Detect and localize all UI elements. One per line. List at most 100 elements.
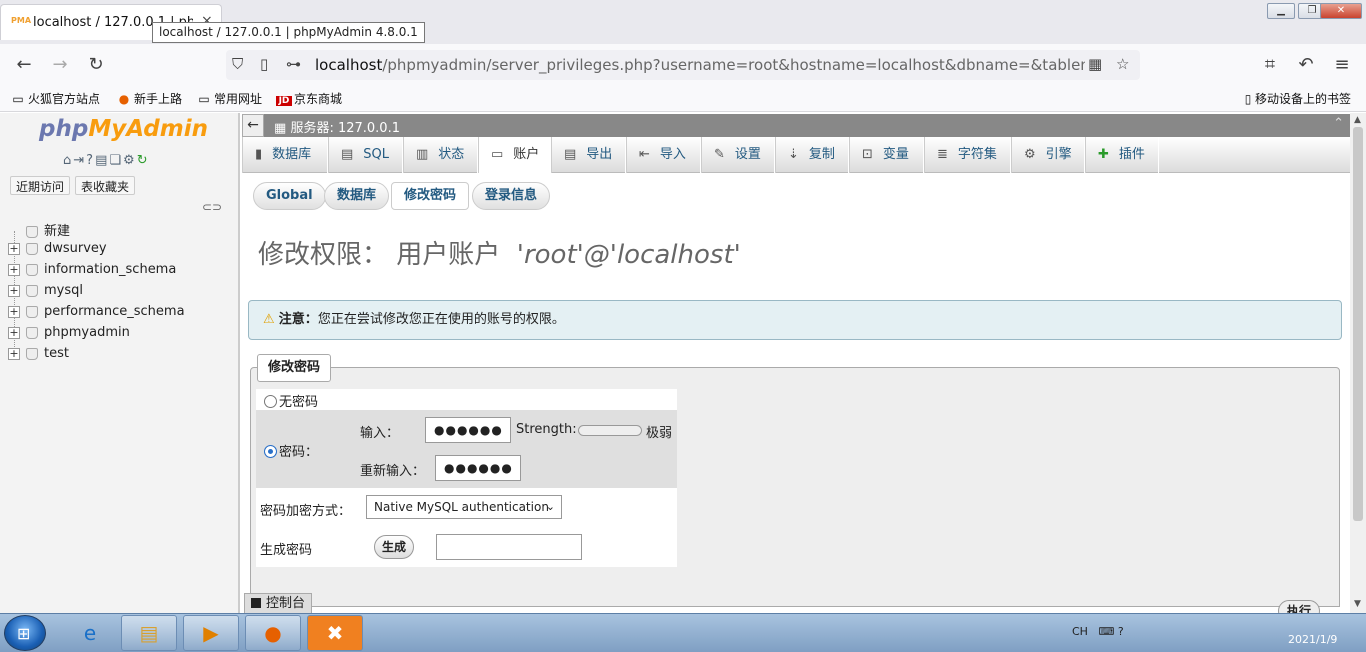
database-icon — [26, 326, 38, 339]
refresh-icon[interactable]: ↻ — [137, 153, 150, 168]
vertical-scrollbar[interactable]: ▲ ▼ — [1350, 113, 1366, 613]
scroll-up-icon[interactable]: ▲ — [1354, 115, 1361, 125]
sql-icon: ▤ — [341, 147, 354, 162]
generated-password-input[interactable] — [436, 534, 582, 560]
tab-sql[interactable]: ▤ SQL — [328, 137, 403, 173]
tab-replication[interactable]: ⇣ 复制 — [775, 137, 849, 173]
tree-item-database[interactable]: + dwsurvey — [8, 241, 107, 261]
tab-export[interactable]: ▤ 导出 — [551, 137, 626, 173]
tab-import[interactable]: ⇤ 导入 — [626, 137, 701, 173]
firefox-taskbar-icon[interactable]: ● — [245, 615, 301, 651]
charset-icon: ≣ — [937, 147, 948, 162]
help-circle-icon[interactable]: ? — [1118, 625, 1124, 638]
replication-icon: ⇣ — [788, 147, 799, 162]
generate-button[interactable]: 生成 — [374, 535, 415, 559]
docs-icon[interactable]: ▤ — [95, 153, 109, 168]
main-menu: ▮ 数据库 ▤ SQL ▥ 状态 ▭ 账户 ▤ 导出 ⇤ 导入 ✎ 设置 ⇣ 复制 ⊡ 变量 ≣ 字… — [242, 137, 1350, 173]
warning-icon: ⚠ — [263, 312, 275, 327]
database-icon — [26, 263, 38, 276]
tab-databases[interactable]: ▮ 数据库 — [242, 137, 328, 173]
password-input[interactable]: ●●●●●● — [425, 417, 511, 443]
expand-icon[interactable]: + — [8, 263, 20, 276]
tree-item-database[interactable]: + mysql — [8, 283, 83, 303]
bookmark-star-icon[interactable]: ☆ — [1116, 55, 1129, 73]
reload-icon[interactable]: ↻ — [83, 52, 109, 78]
scroll-thumb[interactable] — [1353, 127, 1363, 521]
tab-variables[interactable]: ⊡ 变量 — [849, 137, 924, 173]
folder-icon: ▭ — [198, 92, 210, 106]
shield-icon[interactable]: ⛉ — [232, 55, 243, 73]
subtab-database[interactable]: 数据库 — [324, 182, 390, 210]
bookmark-firefox-site[interactable]: ▭ 火狐官方站点 — [10, 90, 100, 107]
tree-item-database[interactable]: + information_schema — [8, 262, 176, 282]
qr-code-icon[interactable]: ▦ — [1088, 55, 1102, 73]
media-player-icon[interactable]: ▶ — [183, 615, 239, 651]
file-explorer-icon[interactable]: ▤ — [121, 615, 177, 651]
recent-button[interactable]: 近期访问 — [10, 176, 71, 195]
tab-charsets[interactable]: ≣ 字符集 — [924, 137, 1011, 173]
bookmark-mobile[interactable]: ▯ 移动设备上的书签 — [1243, 90, 1351, 107]
close-window-button[interactable]: ✕ — [1320, 3, 1362, 19]
forward-arrow-icon[interactable]: → — [47, 52, 73, 78]
clock[interactable]: 2021/1/9 — [1288, 633, 1337, 646]
keyboard-icon[interactable]: ⌨ — [1098, 625, 1114, 638]
collapse-up-icon[interactable]: ⌃ — [1333, 116, 1344, 131]
back-arrow-icon[interactable]: ← — [11, 52, 37, 78]
windows-taskbar: ⊞ e ▤ ▶ ● ✖ CH ⌨ ? 2021/1/9 — [0, 613, 1366, 652]
language-indicator[interactable]: CH — [1072, 625, 1088, 638]
link-icon[interactable]: ⊂⊃ — [202, 200, 222, 214]
tree-item-database[interactable]: + phpmyadmin — [8, 325, 130, 345]
password-option[interactable]: 密码： — [264, 441, 318, 460]
tab-accounts[interactable]: ▭ 账户 — [478, 137, 551, 173]
page-title: 修改权限： 用户账户 'root'@'localhost' — [258, 240, 741, 270]
menu-icon[interactable]: ≡ — [1329, 52, 1355, 78]
expand-icon[interactable]: + — [8, 326, 20, 339]
tree-item-database[interactable]: + test — [8, 346, 69, 366]
password-radio[interactable] — [264, 445, 277, 458]
tab-settings[interactable]: ✎ 设置 — [701, 137, 775, 173]
expand-icon[interactable]: + — [8, 284, 20, 297]
subtab-login-information[interactable]: 登录信息 — [472, 182, 551, 210]
collapse-panel-arrow-icon[interactable]: ← — [242, 114, 264, 137]
tree-item-new[interactable]: 新建 — [8, 220, 70, 240]
undo-icon[interactable]: ↶ — [1293, 52, 1319, 78]
url-bar[interactable]: ⛉ ▯ ⊶ localhost/phpmyadmin/server_privil… — [226, 50, 1140, 80]
subtab-global[interactable]: Global — [253, 182, 326, 210]
bookmark-getting-started[interactable]: ● 新手上路 — [116, 90, 182, 107]
scroll-down-icon[interactable]: ▼ — [1354, 599, 1361, 609]
settings-gear-icon[interactable]: ⚙ — [123, 153, 137, 168]
tab-tooltip: localhost / 127.0.0.1 | phpMyAdmin 4.8.0… — [152, 22, 425, 43]
subtab-change-password[interactable]: 修改密码 — [391, 182, 470, 210]
copy-icon[interactable]: ❏ — [109, 153, 123, 168]
key-icon[interactable]: ⊶ — [286, 55, 301, 73]
reenter-password-input[interactable]: ●●●●●● — [435, 455, 521, 481]
tree-item-database[interactable]: + performance_schema — [8, 304, 185, 324]
enter-label: 输入： — [360, 426, 400, 441]
expand-icon[interactable]: + — [8, 347, 20, 360]
console-toggle[interactable]: 控制台 — [244, 593, 313, 615]
exit-icon[interactable]: ⇥ — [73, 153, 86, 168]
phpmyadmin-favicon-icon: PMA — [11, 16, 32, 25]
xampp-icon[interactable]: ✖ — [307, 615, 363, 651]
url-text[interactable]: localhost/phpmyadmin/server_privileges.p… — [315, 56, 1085, 74]
tab-status[interactable]: ▥ 状态 — [403, 137, 478, 173]
help-icon[interactable]: ? — [86, 153, 95, 168]
tab-engines[interactable]: ⚙ 引擎 — [1011, 137, 1085, 173]
internet-explorer-icon[interactable]: e — [62, 615, 118, 651]
favorites-button[interactable]: 表收藏夹 — [75, 176, 136, 195]
bookmark-common-sites[interactable]: ▭ 常用网址 — [196, 90, 262, 107]
expand-icon[interactable]: + — [8, 242, 20, 255]
start-button[interactable]: ⊞ — [4, 615, 46, 651]
bookmark-jd[interactable]: JD 京东商城 — [276, 90, 342, 107]
no-password-radio[interactable] — [264, 395, 277, 408]
home-icon[interactable]: ⌂ — [63, 153, 73, 168]
page-icon[interactable]: ▯ — [260, 55, 268, 73]
phpmyadmin-logo[interactable]: phpMyAdmin — [39, 116, 208, 142]
server-breadcrumb[interactable]: ▦ 服务器: 127.0.0.1 — [274, 117, 400, 136]
expand-icon[interactable]: + — [8, 305, 20, 318]
crop-icon[interactable]: ⌗ — [1257, 52, 1283, 78]
tab-plugins[interactable]: ✚ 插件 — [1085, 137, 1159, 173]
hashing-method-select[interactable]: Native MySQL authentication ⌄ — [366, 495, 562, 519]
no-password-option[interactable]: 无密码 — [264, 391, 318, 410]
minimize-window-button[interactable]: ▁ — [1267, 3, 1295, 19]
